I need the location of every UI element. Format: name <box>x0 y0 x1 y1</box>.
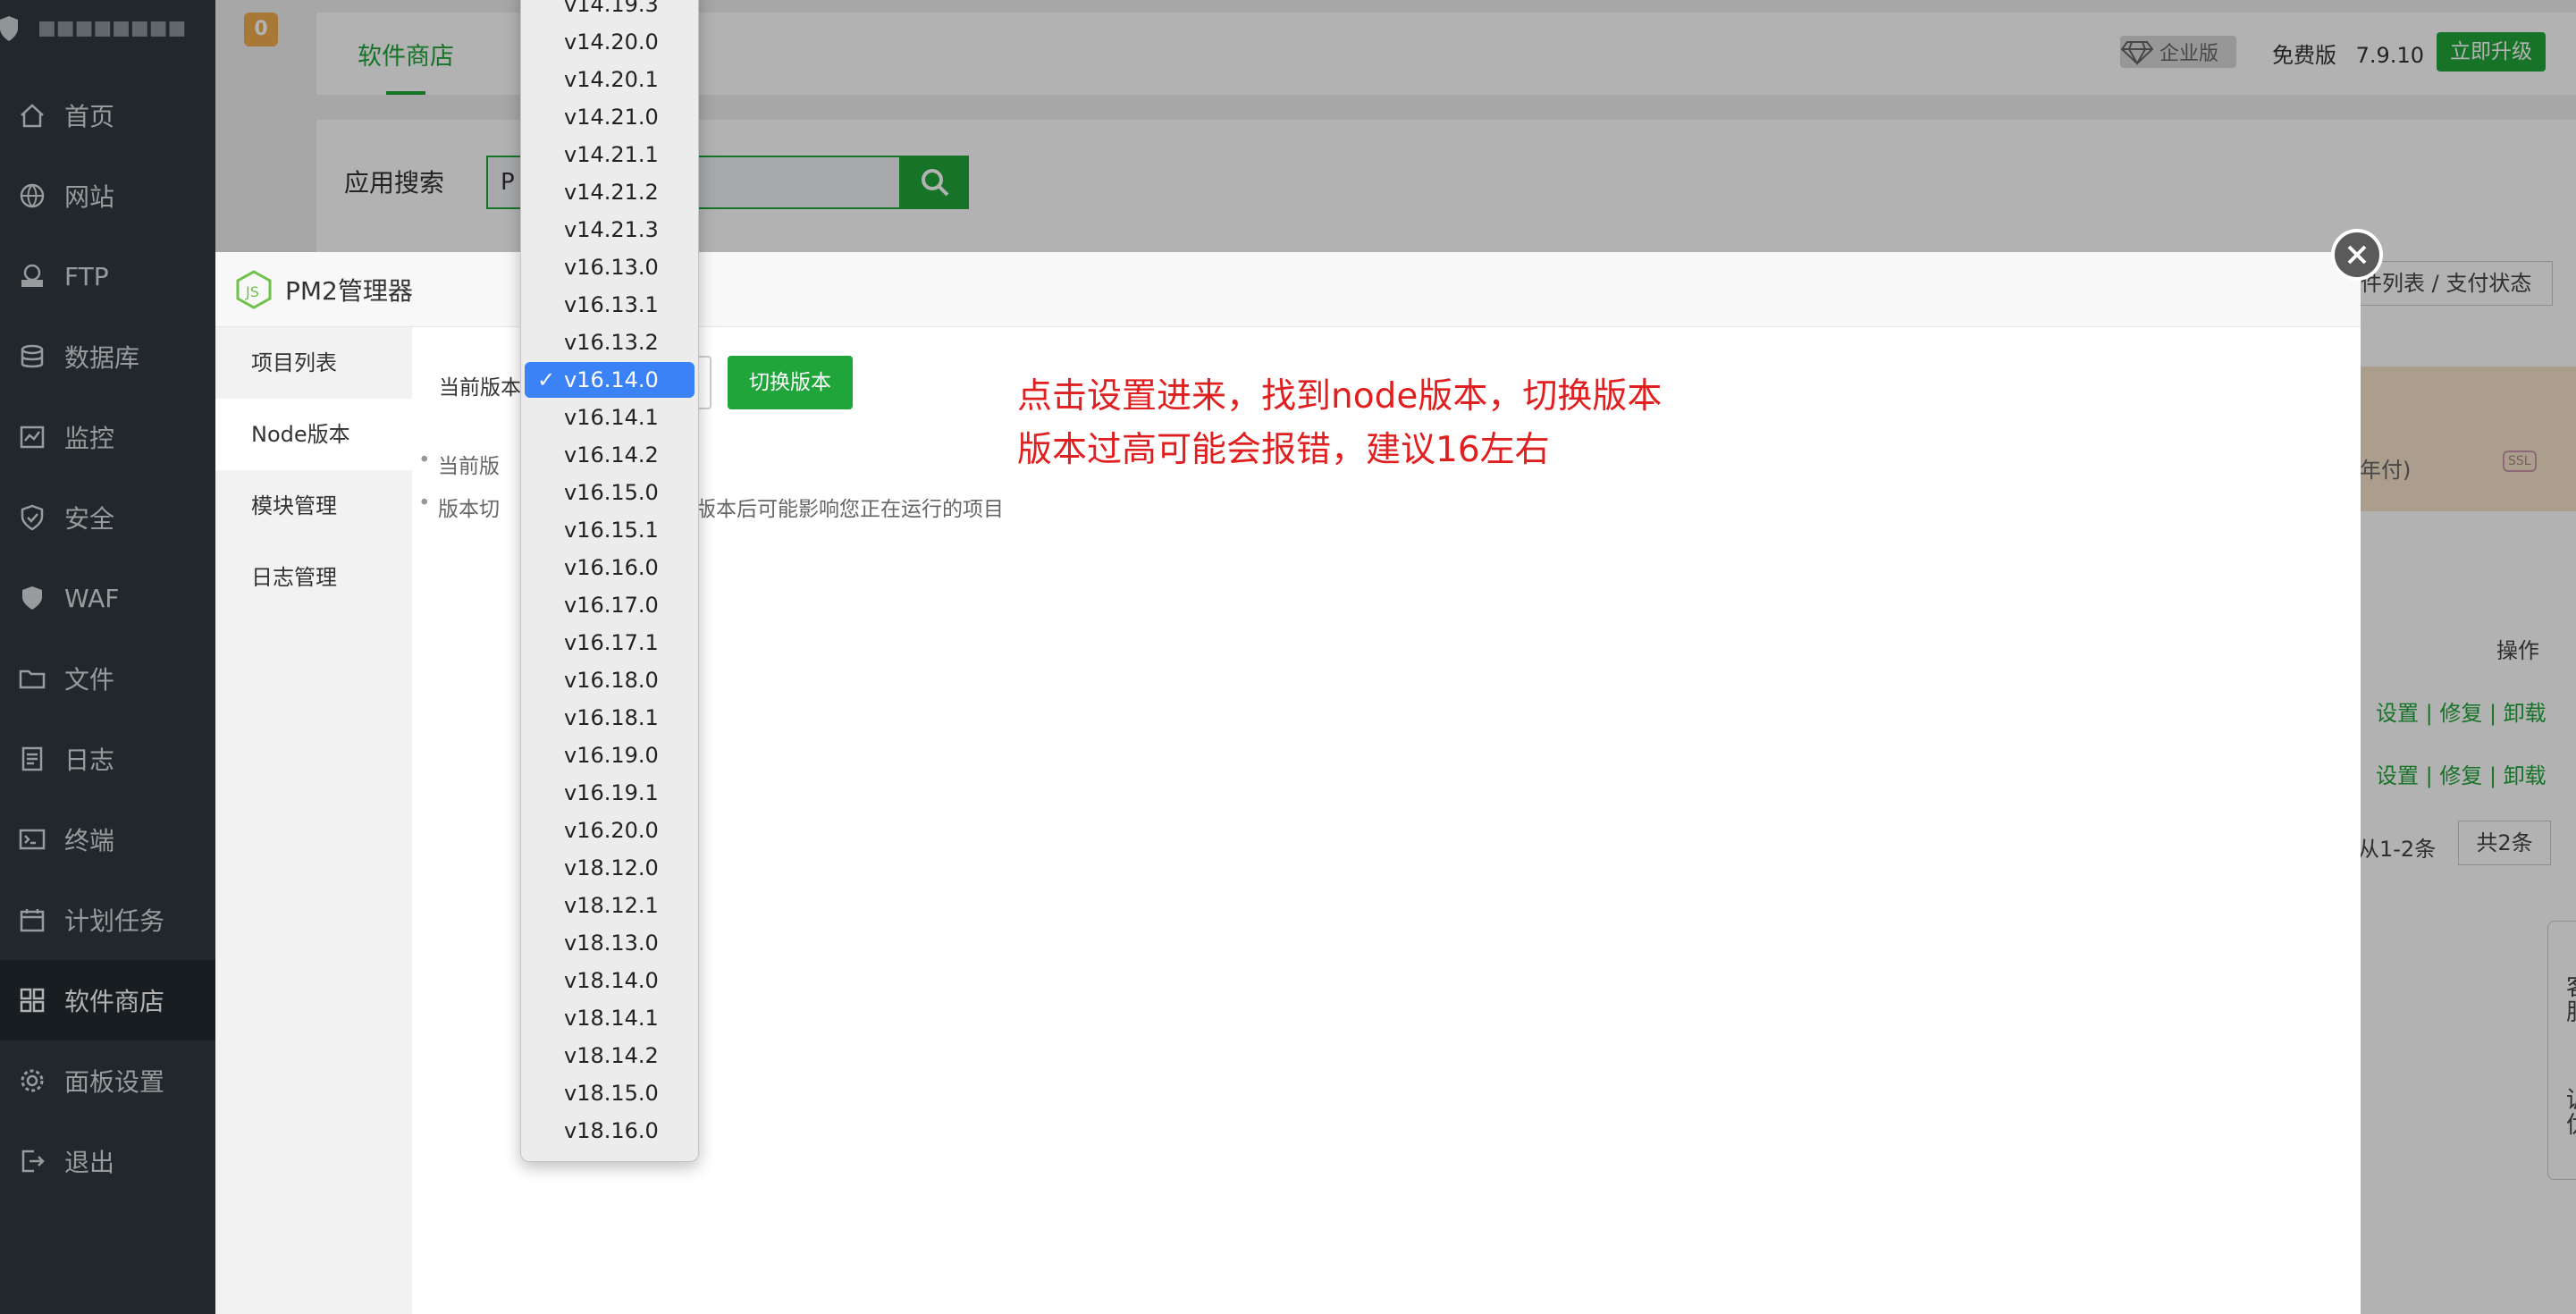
version-option[interactable]: v16.14.1 <box>525 400 695 435</box>
version-dropdown-list[interactable]: v14.19.3 v14.20.0 v14.20.1 v14.21.0 v14.21.1… <box>520 0 699 1162</box>
nav-project-list[interactable]: 项目列表 <box>215 327 412 399</box>
version-option[interactable]: v14.21.3 <box>525 212 695 248</box>
version-option-label: v18.13.0 <box>564 931 659 956</box>
version-option-label: v14.19.3 <box>564 0 659 17</box>
switch-version-button[interactable]: 切换版本 <box>728 356 853 409</box>
version-option-label: v16.14.2 <box>564 442 659 467</box>
version-option-label: v16.18.0 <box>564 668 659 693</box>
version-option[interactable]: v18.15.0 <box>525 1075 695 1111</box>
close-icon <box>2347 245 2367 265</box>
version-option[interactable]: v16.20.0 <box>525 813 695 848</box>
version-option-label: v16.18.1 <box>564 705 659 730</box>
version-option-label: v16.14.1 <box>564 405 659 430</box>
note-switch-warning: 版本切 版本后可能影响您正在运行的项目 <box>418 492 1004 522</box>
version-option-label: v18.14.1 <box>564 1006 659 1031</box>
version-option-label: v18.16.0 <box>564 1118 659 1143</box>
version-option-label: v18.15.0 <box>564 1081 659 1106</box>
version-option[interactable]: v16.15.1 <box>525 512 695 548</box>
annotation-line-1: 点击设置进来，找到node版本，切换版本 <box>1017 376 1663 417</box>
version-option-label: v16.17.0 <box>564 593 659 618</box>
version-option[interactable]: v16.13.0 <box>525 249 695 285</box>
version-option[interactable]: v16.16.0 <box>525 550 695 585</box>
nav-module-manage[interactable]: 模块管理 <box>215 470 412 542</box>
version-option-label: v16.13.0 <box>564 255 659 280</box>
version-option-label: v16.13.2 <box>564 330 659 355</box>
note-current-version: 当前版 <box>418 449 500 479</box>
version-option-label: v16.15.1 <box>564 518 659 543</box>
version-option-label: v18.14.0 <box>564 968 659 993</box>
version-option[interactable]: v14.19.3 <box>525 0 695 22</box>
version-option[interactable]: v16.17.1 <box>525 625 695 661</box>
version-option[interactable]: v18.13.0 <box>525 925 695 961</box>
version-option[interactable]: v16.19.1 <box>525 775 695 811</box>
nodejs-logo-icon: JS <box>236 270 272 309</box>
version-option-label: v16.20.0 <box>564 818 659 843</box>
note-part-b: 版本后可能影响您正在运行的项目 <box>695 498 1004 521</box>
version-option-label: v16.17.1 <box>564 630 659 655</box>
version-option[interactable]: v18.12.1 <box>525 888 695 923</box>
version-option[interactable]: v14.20.1 <box>525 62 695 97</box>
version-option-label: v18.14.2 <box>564 1043 659 1068</box>
version-option[interactable]: v16.18.0 <box>525 662 695 698</box>
version-option[interactable]: v14.21.2 <box>525 174 695 210</box>
version-option[interactable]: v16.15.0 <box>525 475 695 510</box>
version-option-label: v14.20.0 <box>564 29 659 55</box>
version-option[interactable]: v18.16.0 <box>525 1113 695 1149</box>
version-option[interactable]: v16.14.2 <box>525 437 695 473</box>
note-part-a: 版本切 <box>438 498 500 521</box>
version-option-label: v16.13.1 <box>564 292 659 317</box>
version-option-label: v14.21.3 <box>564 217 659 242</box>
version-option[interactable]: v18.14.1 <box>525 1000 695 1036</box>
version-option[interactable]: v18.14.0 <box>525 963 695 998</box>
version-option[interactable]: v14.20.0 <box>525 24 695 60</box>
dialog-title: PM2管理器 <box>285 276 413 306</box>
version-option[interactable]: v16.17.0 <box>525 587 695 623</box>
nav-node-version[interactable]: Node版本 <box>215 399 412 470</box>
version-option-label: v14.21.2 <box>564 180 659 205</box>
nav-log-manage[interactable]: 日志管理 <box>215 542 412 613</box>
version-option[interactable]: v14.21.1 <box>525 137 695 173</box>
version-option[interactable]: v18.12.0 <box>525 850 695 886</box>
version-option[interactable]: v18.14.2 <box>525 1038 695 1074</box>
svg-text:JS: JS <box>245 283 259 300</box>
checkmark-icon: ✓ <box>537 367 556 392</box>
version-option-label: v18.12.1 <box>564 893 659 918</box>
close-dialog-button[interactable] <box>2331 229 2383 281</box>
dialog-nav: 项目列表 Node版本 模块管理 日志管理 <box>215 327 412 1314</box>
version-option[interactable]: v16.13.2 <box>525 324 695 360</box>
version-option-label: v14.21.0 <box>564 105 659 130</box>
version-option[interactable]: v16.13.1 <box>525 287 695 323</box>
version-option-label: v16.16.0 <box>564 555 659 580</box>
current-version-label: 当前版本 <box>439 376 521 400</box>
version-option[interactable]: v16.19.0 <box>525 737 695 773</box>
version-option-label: v14.21.1 <box>564 142 659 167</box>
version-option[interactable]: ✓ v16.14.0 <box>525 362 695 398</box>
version-option-label: v14.20.1 <box>564 67 659 92</box>
version-option-label: v18.12.0 <box>564 855 659 880</box>
version-option-label: v16.14.0 <box>564 367 659 392</box>
version-option[interactable]: v16.18.1 <box>525 700 695 736</box>
version-option-label: v16.19.1 <box>564 780 659 805</box>
version-option[interactable]: v14.21.0 <box>525 99 695 135</box>
version-option-label: v16.15.0 <box>564 480 659 505</box>
version-option-label: v16.19.0 <box>564 743 659 768</box>
annotation-line-2: 版本过高可能会报错，建议16左右 <box>1017 430 1550 470</box>
